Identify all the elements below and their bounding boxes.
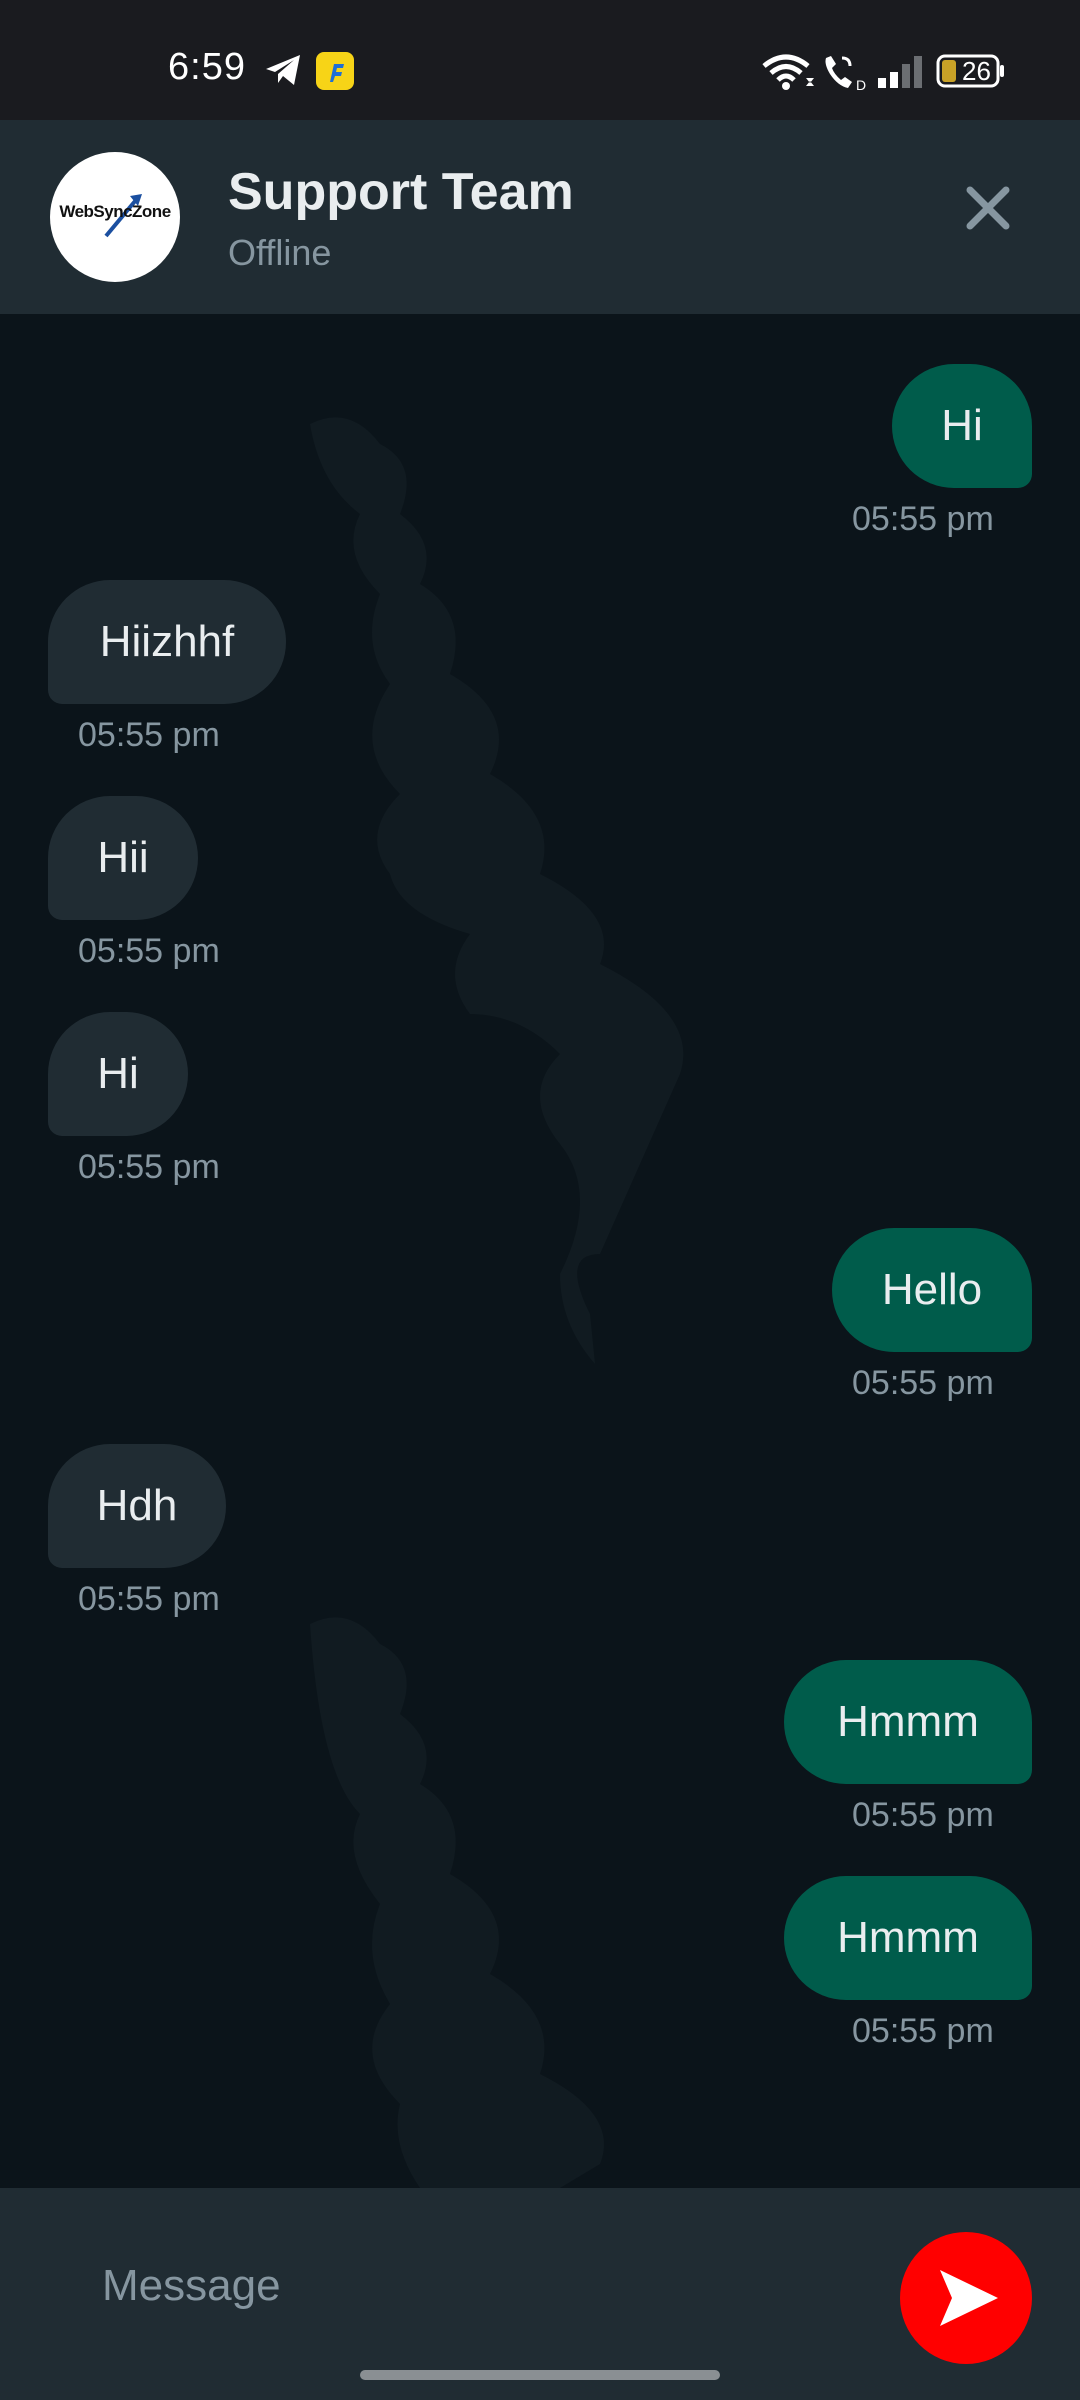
message-bubble-incoming[interactable]: Hii [48,796,198,920]
message-bubble-incoming[interactable]: Hi [48,1012,188,1136]
message-time: 05:55 pm [852,2012,994,2050]
message-bubble-outgoing[interactable]: Hello [832,1228,1032,1352]
message-input[interactable] [80,2248,904,2324]
svg-text:D: D [856,77,866,92]
message-time: 05:55 pm [78,932,220,970]
telegram-icon [266,55,300,85]
wifi-icon [762,54,814,90]
status-bar: 6:59 D 26 [0,0,1080,120]
message-time: 05:55 pm [78,716,220,754]
wifi-call-icon: D [825,56,866,92]
signal-icon [878,56,922,88]
send-icon [940,2270,998,2326]
close-icon[interactable] [956,176,1020,240]
avatar[interactable]: WebSyncZone [50,152,180,282]
battery-level: 26 [962,56,991,86]
avatar-logo-text: WebSyncZone [59,202,171,221]
message-time: 05:55 pm [852,1796,994,1834]
message-bubble-outgoing[interactable]: Hi [892,364,1032,488]
message-list[interactable]: Hi 05:55 pm Hiizhhf 05:55 pm Hii 05:55 p… [0,314,1080,2188]
message-time: 05:55 pm [78,1148,220,1186]
message-bubble-incoming[interactable]: Hdh [48,1444,226,1568]
message-composer [0,2188,1080,2400]
message-bubble-outgoing[interactable]: Hmmm [784,1876,1032,2000]
message-time: 05:55 pm [852,1364,994,1402]
send-button[interactable] [900,2232,1032,2364]
chat-title: Support Team [228,163,574,221]
message-time: 05:55 pm [852,500,994,538]
status-time: 6:59 [168,46,246,88]
message-bubble-incoming[interactable]: Hiizhhf [48,580,286,704]
home-indicator[interactable] [360,2370,720,2380]
chat-status: Offline [228,232,332,273]
chat-header: WebSyncZone Support Team Offline [0,120,1080,314]
flipkart-icon [316,52,354,90]
message-time: 05:55 pm [78,1580,220,1618]
message-bubble-outgoing[interactable]: Hmmm [784,1660,1032,1784]
